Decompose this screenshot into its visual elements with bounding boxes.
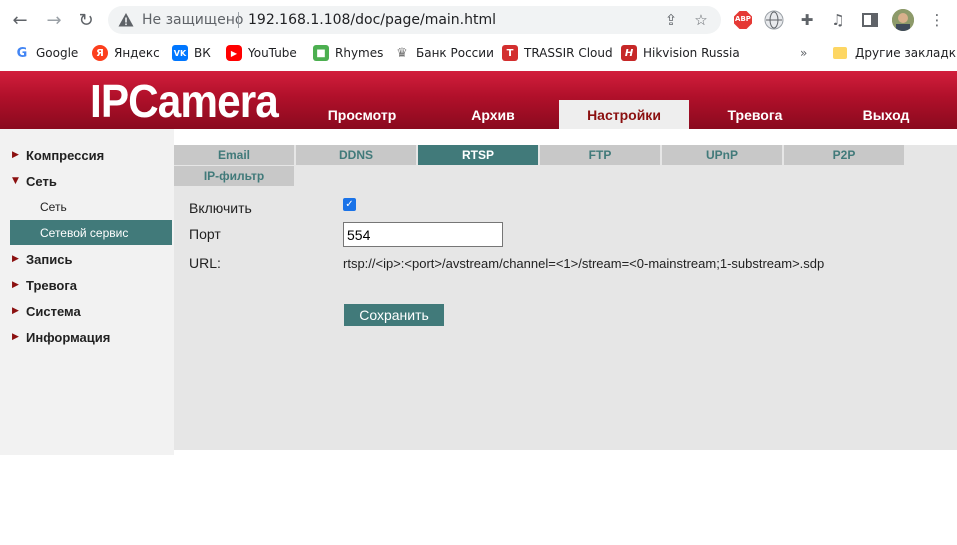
bookmark-label: Hikvision Russia [643,46,740,60]
checkmark-icon: ✓ [345,199,354,210]
tab-email[interactable]: Email [174,145,294,165]
sidepanel-icon[interactable] [860,10,880,30]
security-status[interactable]: Не защищено [142,12,243,28]
bookmark-vk[interactable]: VK ВК [172,43,211,63]
sidebar-item-alarm[interactable]: ▶ Тревога [0,273,174,297]
address-bar[interactable]: Не защищено 192.168.1.108/doc/page/main.… [108,6,721,34]
sidebar-item-label: Система [26,303,81,319]
bookmark-rhymes[interactable]: ■ Rhymes [313,43,383,63]
bookmark-label: ВК [194,46,211,60]
bookmark-label: Другие закладки [855,46,957,60]
sidebar-item-label: Тревога [26,277,78,293]
bookmark-label: Яндекс [114,46,160,60]
nav-exit[interactable]: Выход [836,100,936,129]
port-input[interactable] [343,222,503,247]
triangle-right-icon: ▶ [12,150,19,160]
sidebar-item-system[interactable]: ▶ Система [0,299,174,323]
sidebar-subitem-network-service[interactable]: Сетевой сервис [10,220,172,245]
avatar-image [892,9,914,31]
nav-view[interactable]: Просмотр [312,100,412,129]
back-arrow-icon[interactable]: ← [8,8,32,32]
media-icon[interactable]: ♫ [828,10,848,30]
settings-sidebar: ▶ Компрессия ▼ Сеть Сеть Сетевой сервис … [0,129,174,455]
rtsp-url-value: rtsp://<ip>:<port>/avstream/channel=<1>/… [343,256,825,271]
bookmark-bank[interactable]: ♛ Банк России [394,43,494,63]
hikvision-icon: H [621,45,637,61]
bank-icon: ♛ [394,45,410,61]
globe-icon[interactable] [764,10,784,30]
bookmark-label: Google [36,46,79,60]
tab-ip-filter[interactable]: IP-фильтр [174,166,294,186]
sidebar-item-label: Компрессия [26,147,105,163]
nav-settings[interactable]: Настройки [559,100,689,129]
tab-rtsp[interactable]: RTSP [418,145,538,165]
google-icon: G [14,45,30,61]
triangle-down-icon: ▼ [12,176,19,186]
yandex-icon: Я [92,45,108,61]
bookmarks-overflow[interactable]: » [800,43,807,63]
adblock-icon[interactable]: ABP [733,10,753,30]
globe-shape [764,10,784,30]
bookmark-hikvision[interactable]: H Hikvision Russia [621,43,740,63]
sidebar-subitem-network[interactable]: Сеть [10,194,172,219]
sidebar-item-recording[interactable]: ▶ Запись [0,247,174,271]
menu-icon[interactable]: ⋮ [927,10,947,30]
vk-icon: VK [172,45,188,61]
rhymes-icon: ■ [313,45,329,61]
settings-content [174,145,957,450]
camera-header: IPCamera Просмотр Архив Настройки Тревог… [0,71,957,129]
sidebar-item-label: Запись [26,251,73,267]
sidebar-item-compression[interactable]: ▶ Компрессия [0,143,174,167]
bookmark-trassir[interactable]: T TRASSIR Cloud [502,43,613,63]
triangle-right-icon: ▶ [12,280,19,290]
tab-p2p[interactable]: P2P [784,145,904,165]
port-label: Порт [189,226,221,242]
sidebar-item-label: Информация [26,329,111,345]
triangle-right-icon: ▶ [12,332,19,342]
forward-arrow-icon[interactable]: → [42,8,66,32]
logo: IPCamera [90,75,279,127]
enable-label: Включить [189,200,252,216]
nav-archive[interactable]: Архив [443,100,543,129]
sidepanel-shape [862,13,878,27]
url-text[interactable]: 192.168.1.108/doc/page/main.html [248,12,496,28]
bookmark-google[interactable]: G Google [14,43,78,63]
star-icon[interactable]: ☆ [692,11,710,29]
puzzle-icon[interactable]: ✚ [797,10,817,30]
reload-icon[interactable]: ↻ [74,8,98,32]
tab-ftp[interactable]: FTP [540,145,660,165]
sidebar-item-network[interactable]: ▼ Сеть [0,169,174,193]
adblock-label: ABP [735,15,751,23]
sidebar-item-info[interactable]: ▶ Информация [0,325,174,349]
bookmark-label: YouTube [248,46,297,60]
triangle-right-icon: ▶ [12,254,19,264]
share-icon[interactable]: ⇪ [662,11,680,29]
tab-upnp[interactable]: UPnP [662,145,782,165]
browser-toolbar: ← → ↻ Не защищено 192.168.1.108/doc/page… [0,0,957,40]
bookmarks-bar: G Google Я Яндекс VK ВК ▶ YouTube ■ Rhym… [0,40,957,65]
omnibox-divider [238,12,239,28]
bookmark-label: TRASSIR Cloud [524,46,613,60]
bookmark-youtube[interactable]: ▶ YouTube [226,43,297,63]
nav-alarm[interactable]: Тревога [705,100,805,129]
sidebar-item-label: Сеть [26,173,57,189]
warning-icon[interactable] [118,12,134,28]
bookmark-label: Банк России [416,46,494,60]
avatar[interactable] [892,9,914,31]
url-label: URL: [189,255,221,271]
bookmark-yandex[interactable]: Я Яндекс [92,43,160,63]
other-bookmarks[interactable]: Другие закладки [833,43,957,63]
triangle-right-icon: ▶ [12,306,19,316]
service-tabs: Email DDNS RTSP FTP UPnP P2P IP-фильтр [174,145,957,187]
tab-ddns[interactable]: DDNS [296,145,416,165]
enable-checkbox[interactable]: ✓ [343,198,356,211]
trassir-icon: T [502,45,518,61]
folder-icon [833,47,847,59]
save-button[interactable]: Сохранить [344,304,444,326]
youtube-icon: ▶ [226,45,242,61]
bookmark-label: Rhymes [335,46,384,60]
